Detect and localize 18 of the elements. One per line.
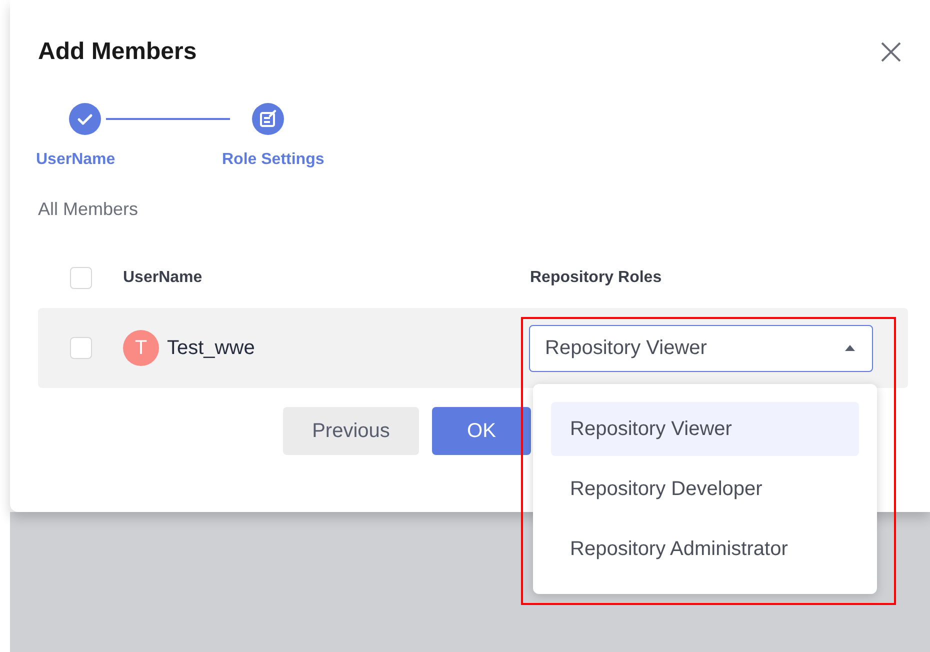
dropdown-option[interactable]: Repository Viewer [551, 402, 859, 456]
user-avatar: T [123, 330, 159, 366]
dropdown-option[interactable]: Repository Administrator [551, 522, 859, 576]
step-label: UserName [36, 151, 116, 168]
row-checkbox[interactable] [70, 337, 92, 359]
previous-button[interactable]: Previous [283, 407, 419, 455]
role-select[interactable]: Repository Viewer [529, 324, 873, 372]
dropdown-option[interactable]: Repository Developer [551, 462, 859, 516]
column-header: Repository Roles [530, 269, 662, 287]
select-all-checkbox[interactable] [70, 267, 92, 289]
dialog-title: Add Members [38, 38, 197, 66]
step-label: Role Settings [222, 151, 324, 168]
ok-button[interactable]: OK [432, 407, 531, 455]
user-name: Test_wwe [167, 336, 255, 360]
close-icon[interactable] [880, 41, 902, 63]
column-header: UserName [123, 269, 202, 287]
section-label: All Members [38, 199, 140, 220]
caret-icon [844, 344, 856, 352]
